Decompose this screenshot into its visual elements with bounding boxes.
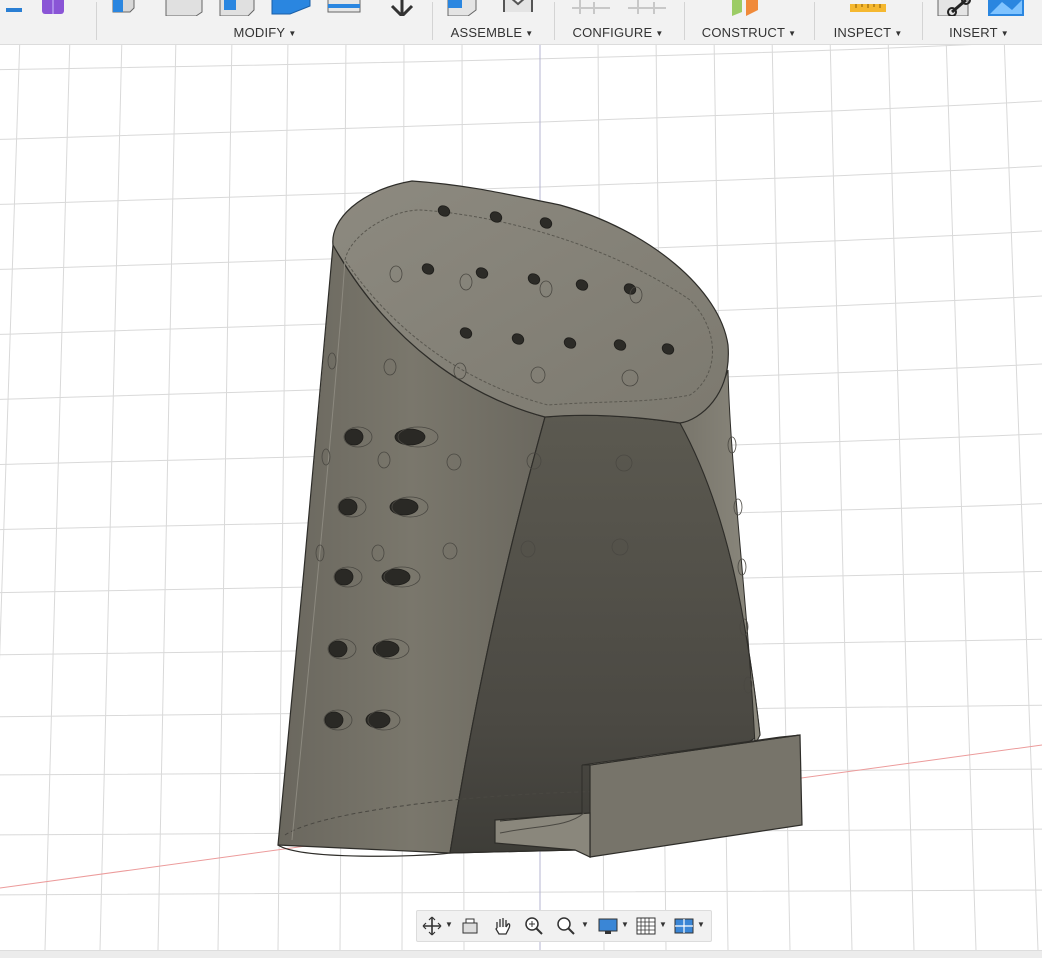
shell-icon[interactable] (270, 0, 312, 16)
measure-icon[interactable] (848, 0, 888, 16)
new-component-icon[interactable] (446, 0, 480, 16)
toolbar: MODIFY ▼ ASSEMBLE ▼ CONFIGURE ▼ CONSTRUCT ▼ (0, 0, 1042, 45)
insert-group: INSERT ▼ (924, 0, 1034, 44)
insert-menu-label[interactable]: INSERT ▼ (924, 25, 1034, 40)
form-icon[interactable] (40, 0, 66, 16)
modify-group: MODIFY ▼ (100, 0, 430, 44)
press-pull-icon[interactable] (110, 0, 136, 16)
viewports-dropdown-icon[interactable]: ▼ (697, 921, 705, 929)
3d-viewport[interactable] (0, 45, 1042, 950)
fit-icon[interactable] (555, 916, 577, 936)
grid-icon[interactable] (635, 916, 657, 936)
configure-group: CONFIGURE ▼ (556, 0, 680, 44)
draft-icon[interactable] (326, 0, 366, 16)
move-copy-icon[interactable] (382, 0, 422, 16)
look-at-icon[interactable] (459, 916, 481, 936)
configure-rule-icon[interactable] (626, 0, 670, 16)
configure-menu-label[interactable]: CONFIGURE ▼ (556, 25, 680, 40)
display-dropdown-icon[interactable]: ▼ (621, 921, 629, 929)
construct-menu-label[interactable]: CONSTRUCT ▼ (686, 25, 812, 40)
insert-derive-icon[interactable] (936, 0, 976, 16)
display-settings-icon[interactable] (597, 916, 619, 936)
orbit-icon[interactable] (421, 916, 443, 936)
chamfer-icon[interactable] (218, 0, 258, 16)
fillet-icon[interactable] (164, 0, 204, 16)
model-canvas[interactable] (0, 45, 1042, 950)
inspect-group: INSPECT ▼ (816, 0, 920, 44)
configure-table-icon[interactable] (570, 0, 614, 16)
assemble-menu-label[interactable]: ASSEMBLE ▼ (434, 25, 550, 40)
grid-dropdown-icon[interactable]: ▼ (659, 921, 667, 929)
modify-menu-label[interactable]: MODIFY ▼ (100, 25, 430, 40)
construct-group: CONSTRUCT ▼ (686, 0, 812, 44)
orbit-dropdown-icon[interactable]: ▼ (445, 921, 453, 929)
navigation-bar: ▼ ▼ ▼ ▼ ▼ (416, 910, 712, 942)
sketch-icon[interactable] (0, 0, 28, 20)
assemble-group: ASSEMBLE ▼ (434, 0, 550, 44)
fit-dropdown-icon[interactable]: ▼ (581, 921, 589, 929)
phone-stand-model (277, 180, 803, 858)
joint-icon[interactable] (500, 0, 540, 16)
insert-canvas-icon[interactable] (986, 0, 1026, 16)
inspect-menu-label[interactable]: INSPECT ▼ (816, 25, 920, 40)
pan-icon[interactable] (491, 916, 513, 936)
viewports-icon[interactable] (673, 916, 695, 936)
offset-plane-icon[interactable] (728, 0, 768, 16)
zoom-icon[interactable] (523, 916, 545, 936)
